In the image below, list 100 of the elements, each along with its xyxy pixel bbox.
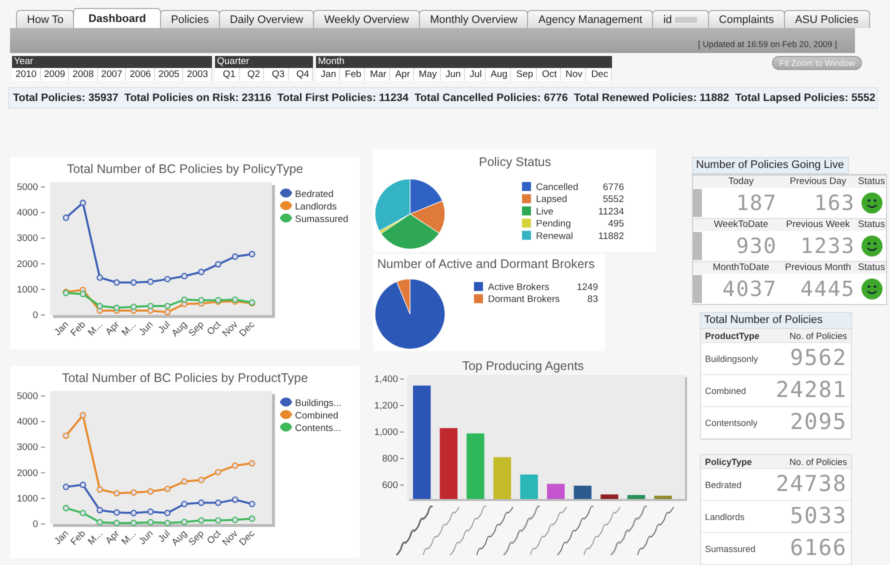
legend-label: Contents... [295, 423, 341, 434]
table-cell: Combined [705, 386, 746, 396]
data-point [181, 518, 188, 526]
scroll-strip [693, 275, 702, 303]
panel-title: Number of Policies Going Live [692, 157, 849, 174]
listbox-item[interactable]: 2003 [183, 68, 212, 81]
tab[interactable]: ASU Policies [784, 10, 870, 28]
listbox-item[interactable]: Mar [365, 68, 390, 81]
legend-swatch [522, 230, 531, 240]
tab[interactable]: id [652, 10, 709, 28]
listbox-item[interactable]: 2007 [98, 68, 126, 81]
listbox-item[interactable]: Jul [464, 68, 486, 81]
legend-value: 11882 [598, 230, 624, 242]
y-tick-label: 3000 [16, 442, 38, 454]
listbox-item[interactable]: Q2 [240, 68, 264, 81]
y-tick-label: 4000 [16, 208, 38, 219]
total-stat: Total First Policies: 11234 [277, 92, 408, 104]
data-point [80, 510, 86, 516]
listbox-item[interactable]: Jun [440, 68, 465, 81]
tab[interactable]: How To [16, 10, 74, 28]
listbox-item[interactable]: Aug [486, 68, 512, 81]
listbox-item[interactable]: Sep [511, 68, 538, 81]
listbox-item[interactable]: May [414, 68, 441, 81]
tab[interactable]: Monthly Overview [418, 10, 528, 28]
data-point [198, 476, 204, 484]
led-number: 9562 [790, 346, 847, 371]
column-header: Status [857, 262, 886, 274]
data-point [80, 412, 86, 418]
data-point [130, 489, 137, 496]
axis-label: Jan [52, 319, 72, 338]
data-point [214, 517, 222, 524]
data-point [232, 496, 238, 503]
tab[interactable]: Agency Management [527, 10, 654, 28]
y-tick-label: 2000 [16, 258, 38, 270]
listbox-item[interactable]: Apr [390, 68, 414, 81]
scroll-strip [693, 232, 702, 260]
legend-label: Cancelled [536, 182, 578, 193]
listbox-item[interactable]: Feb [340, 68, 366, 81]
legend-label: Lapsed [536, 194, 568, 206]
axis-label: Jun [137, 528, 156, 547]
legend-value: 6776 [602, 182, 624, 193]
listbox-item[interactable]: Q4 [288, 68, 313, 81]
led-number: 24281 [776, 378, 847, 403]
legend-marker-icon [280, 214, 292, 222]
y-tick-label: 1000 [16, 493, 38, 504]
column-header: No. of Policies [789, 330, 847, 340]
column-header: MonthToDate [712, 262, 770, 274]
y-tick-label: 5000 [16, 182, 38, 193]
axis-label: Apr [104, 528, 122, 547]
chart-title: Number of Active and Dormant Brokers [377, 257, 595, 271]
total-stat: Total Policies on Risk: 23116 [124, 92, 272, 104]
data-point [164, 276, 171, 282]
tab[interactable]: Dashboard [73, 8, 161, 28]
data-point [96, 506, 104, 514]
listbox-item[interactable]: Jan [316, 68, 340, 81]
y-tick-label: 1,200 [374, 400, 398, 412]
data-point [181, 500, 188, 508]
tab[interactable]: Policies [160, 10, 220, 28]
legend-value: 495 [608, 218, 624, 230]
y-tick-label: 4000 [16, 416, 38, 428]
listbox-item[interactable]: 2009 [40, 68, 70, 81]
data-point [130, 279, 137, 286]
tab[interactable]: Weekly Overview [313, 10, 420, 28]
tab[interactable]: Complaints [708, 10, 785, 28]
listbox-item[interactable]: 2005 [154, 68, 184, 81]
listbox-item[interactable]: 2008 [69, 68, 98, 81]
listbox-item[interactable]: Q1 [215, 68, 240, 81]
legend-value: 5552 [602, 194, 624, 206]
legend-label: Buildings... [295, 398, 342, 409]
tab[interactable]: Daily Overview [218, 10, 314, 28]
data-point [114, 520, 120, 526]
listbox-item[interactable]: Oct [537, 68, 561, 81]
listbox-item[interactable]: 2010 [12, 68, 41, 81]
listbox-item[interactable]: Nov [560, 68, 586, 81]
y-tick-label: 1,000 [374, 427, 398, 438]
listbox-item[interactable]: Q3 [264, 68, 288, 81]
legend-swatch [474, 294, 483, 304]
led-number: 163 [813, 191, 856, 215]
chart-title: Total Number of BC Policies by ProductType [62, 371, 308, 385]
legend-label: Dormant Brokers [488, 294, 560, 306]
legend-swatch [522, 218, 531, 228]
listbox-item[interactable]: 2006 [126, 68, 155, 81]
listbox-item[interactable]: Dec [586, 68, 612, 81]
table-cell: Landlords [705, 512, 745, 522]
data-point [232, 253, 238, 260]
led-number: 187 [735, 191, 778, 215]
data-point [164, 510, 171, 516]
data-point [214, 500, 222, 506]
axis-label: Jan [52, 528, 72, 547]
data-point [248, 250, 256, 258]
data-point [232, 462, 238, 469]
data-point [96, 274, 104, 281]
column-header: Previous Month [784, 262, 852, 274]
data-point [147, 519, 154, 526]
legend-marker-icon [280, 188, 292, 198]
table-cell: Buildingsonly [705, 354, 758, 364]
data-point [214, 468, 222, 476]
legend-label: Combined [295, 410, 338, 422]
data-point [181, 478, 188, 485]
axis-label: Sep [186, 319, 206, 340]
